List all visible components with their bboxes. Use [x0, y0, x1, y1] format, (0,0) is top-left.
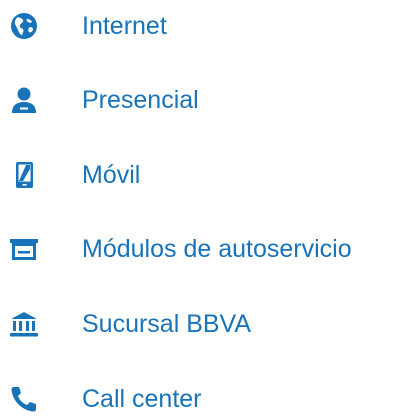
self-service-kiosk-icon — [9, 234, 39, 264]
mobile-phone-icon — [9, 160, 39, 190]
channel-item-modulos-autoservicio[interactable]: Módulos de autoservicio — [0, 229, 414, 269]
channel-item-movil[interactable]: Móvil — [0, 155, 414, 195]
channel-label: Internet — [82, 12, 167, 40]
channel-label: Call center — [82, 385, 202, 413]
channel-label: Sucursal BBVA — [82, 310, 252, 338]
person-icon — [9, 85, 39, 115]
globe-icon — [9, 11, 39, 41]
channel-label: Presencial — [82, 86, 199, 114]
phone-handset-icon — [9, 384, 39, 414]
channel-label: Módulos de autoservicio — [82, 235, 352, 263]
channel-item-call-center[interactable]: Call center — [0, 379, 414, 416]
channel-item-sucursal-bbva[interactable]: Sucursal BBVA — [0, 304, 414, 344]
channel-label: Móvil — [82, 161, 141, 189]
service-channel-list: Internet Presencial Móvil Módulos de aut… — [0, 0, 414, 416]
bank-branch-icon — [9, 309, 39, 339]
channel-item-internet[interactable]: Internet — [0, 6, 414, 46]
channel-item-presencial[interactable]: Presencial — [0, 80, 414, 120]
